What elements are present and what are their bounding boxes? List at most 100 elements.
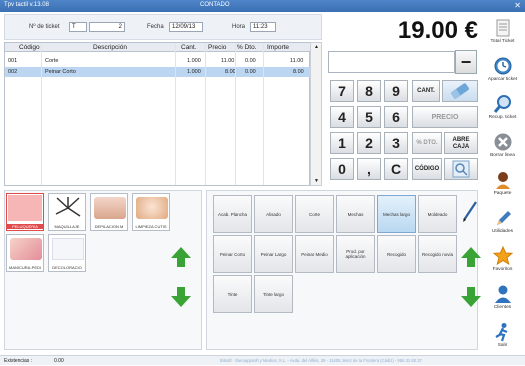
col-amount[interactable]: Importe [267, 43, 289, 52]
key-1[interactable]: 1 [330, 132, 354, 154]
category-maquillaje[interactable]: MAQUILLAJE [48, 193, 86, 231]
service-corte[interactable]: Corte [295, 195, 334, 233]
category-image [8, 195, 42, 221]
row-desc: Corte [45, 58, 59, 64]
star-icon [492, 246, 513, 266]
delete-icon [494, 133, 511, 151]
minus-button[interactable]: − [455, 50, 477, 74]
sidebar-label: Borrar linea [490, 153, 515, 158]
category-image [10, 238, 42, 260]
sidebar-favorites[interactable]: Favoritos [480, 246, 525, 272]
row-amount: 11.00 [290, 58, 304, 64]
service-peinar-largo[interactable]: Peinar Largo [254, 235, 293, 273]
key-comma[interactable]: , [357, 158, 381, 180]
service-recogido[interactable]: Recogido [377, 235, 416, 273]
edit-services-pencil-icon[interactable] [462, 200, 478, 222]
sidebar-label: Favoritos [492, 267, 513, 272]
search-code-button[interactable] [444, 158, 478, 180]
magnifier-icon [452, 160, 470, 178]
service-recogido-novia[interactable]: Recogido novia [418, 235, 457, 273]
key-0[interactable]: 0 [330, 158, 354, 180]
key-8[interactable]: 8 [357, 80, 381, 102]
key-2[interactable]: 2 [357, 132, 381, 154]
open-drawer-label-1: ABRE [452, 137, 470, 143]
service-prod-aplicacion[interactable]: Prod. por aplicación [336, 235, 375, 273]
sidebar-exit[interactable]: Salir [480, 322, 525, 348]
amount-input[interactable] [328, 51, 455, 73]
row-price: 11.00 [221, 58, 235, 64]
service-mechas[interactable]: Mechas [336, 195, 375, 233]
scroll-up-icon[interactable]: ▲ [314, 44, 319, 50]
col-price[interactable]: Precio [208, 43, 226, 52]
row-code: 001 [8, 58, 18, 64]
sidebar-utilities[interactable]: Utilidades [480, 208, 525, 234]
table-row-selected[interactable]: 002 Peinar Corto 1.000 8.00 0.00 8.00 [5, 67, 310, 77]
sidebar-total-ticket[interactable]: Total Ticket [480, 18, 525, 44]
row-qty: 1.000 [187, 69, 201, 75]
services-scroll-up-icon[interactable] [460, 246, 482, 268]
key-9[interactable]: 9 [384, 80, 408, 102]
service-tinte[interactable]: Tinte [213, 275, 252, 313]
sidebar-clients[interactable]: Clientes [480, 284, 525, 310]
category-manicura[interactable]: MANICURA-PEDI [6, 234, 44, 272]
category-image [52, 238, 84, 260]
code-button[interactable]: CÓDIGO [412, 158, 442, 180]
col-description[interactable]: Descripción [93, 43, 127, 52]
open-drawer-button[interactable]: ABRE CAJA [444, 132, 478, 154]
eraser-icon [450, 83, 469, 100]
category-limpieza-cutis[interactable]: LIMPIEZA CUTIS [132, 193, 170, 231]
key-6[interactable]: 6 [384, 106, 408, 128]
cant-button[interactable]: CANT. [412, 80, 440, 102]
sidebar-label: Salir [497, 343, 508, 348]
receipt-icon [496, 19, 509, 37]
category-scroll-down-icon[interactable] [170, 286, 192, 308]
col-code[interactable]: Código [19, 43, 40, 52]
time-field[interactable]: 11:23 [250, 22, 276, 32]
table-header [5, 43, 310, 52]
ticket-number-field[interactable]: 2 [89, 22, 125, 32]
service-mechas-largo[interactable]: Mechas largo [377, 195, 416, 233]
category-peluqueria[interactable]: PELUQUERIA [6, 193, 44, 231]
service-acab-plancha[interactable]: Acab. Plancha [213, 195, 252, 233]
service-alisado[interactable]: Alisado [254, 195, 293, 233]
precio-button[interactable]: PRECIO [412, 106, 478, 128]
eraser-button[interactable] [442, 80, 478, 102]
table-row[interactable]: 001 Corte 1.000 11.00 0.00 11.00 [5, 56, 310, 66]
person-icon [495, 172, 510, 189]
status-bar: Existencias : 0.00 Bitsoft · Iberoappsof… [0, 355, 525, 365]
table-scrollbar[interactable]: ▲ ▼ [310, 42, 322, 186]
row-desc: Peinar Corto [45, 69, 76, 75]
category-depilacion[interactable]: DEPILACION M [90, 193, 128, 231]
service-peinar-medio[interactable]: Peinar Medio [295, 235, 334, 273]
scroll-down-icon[interactable]: ▼ [314, 178, 319, 184]
category-label: MAQUILLAJE [54, 224, 80, 229]
pencil-icon [496, 211, 511, 225]
sidebar-package[interactable]: Paquete [480, 170, 525, 196]
col-discount[interactable]: % Dto. [237, 43, 257, 52]
sidebar-recover-ticket[interactable]: Recup. ticket [480, 94, 525, 120]
category-scroll-up-icon[interactable] [170, 246, 192, 268]
services-scroll-down-icon[interactable] [460, 286, 482, 308]
clients-icon [494, 285, 511, 303]
discount-button[interactable]: % DTO. [412, 132, 442, 154]
col-qty[interactable]: Cant. [181, 43, 197, 52]
category-decoloracion[interactable]: DECOLORACIO [48, 234, 86, 272]
date-field[interactable]: 12/09/13 [169, 22, 203, 32]
category-label: MANICURA-PEDI [8, 265, 41, 270]
ticket-series-field[interactable]: T [69, 22, 87, 32]
service-moldeado[interactable]: Moldeado [418, 195, 457, 233]
key-4[interactable]: 4 [330, 106, 354, 128]
service-peinar-corto[interactable]: Peinar Corto [213, 235, 252, 273]
key-7[interactable]: 7 [330, 80, 354, 102]
sidebar-park-ticket[interactable]: Aparcar ticket [480, 56, 525, 82]
key-5[interactable]: 5 [357, 106, 381, 128]
sidebar-delete-line[interactable]: Borrar linea [480, 132, 525, 158]
category-label: DEPILACION M [94, 224, 124, 229]
key-3[interactable]: 3 [384, 132, 408, 154]
category-image [94, 197, 126, 219]
category-label: LIMPIEZA CUTIS [135, 224, 167, 229]
sidebar-label: Total Ticket [490, 39, 515, 44]
close-icon[interactable]: ✕ [514, 1, 521, 10]
key-clear[interactable]: C [384, 158, 408, 180]
service-tinte-largo[interactable]: Tinte largo [254, 275, 293, 313]
